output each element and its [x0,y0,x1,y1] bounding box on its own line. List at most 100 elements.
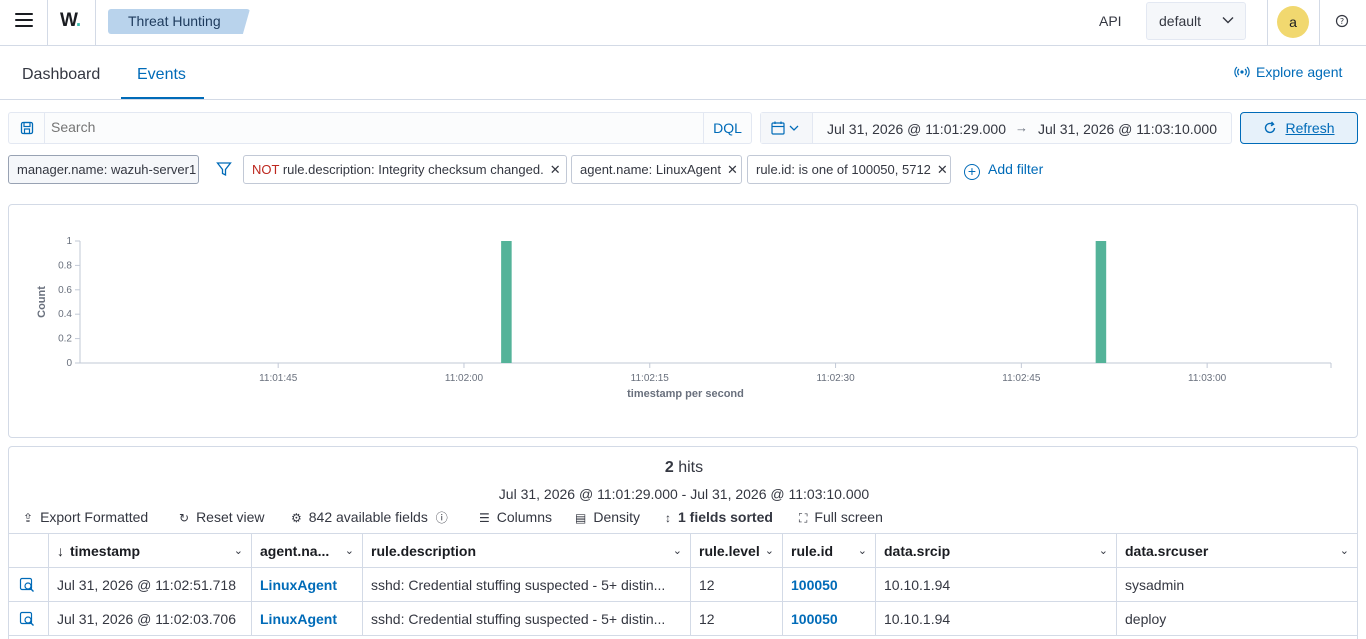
svg-text:?: ? [1340,17,1344,26]
hits-time-range: Jul 31, 2026 @ 11:01:29.000 - Jul 31, 20… [498,486,870,502]
date-start[interactable]: Jul 31, 2026 @ 11:01:29.000 [827,121,1006,137]
close-icon[interactable]: ✕ [937,162,948,177]
table-row: Jul 31, 2026 @ 11:02:03.706 LinuxAgent s… [9,602,1357,636]
hits-number: 2 [664,459,674,476]
reset-label: Reset view [196,509,265,525]
api-selected-value: default [1159,13,1202,29]
columns-button[interactable]: ☰ Columns [479,509,552,525]
column-header-data-srcuser[interactable]: data.srcuser ⌄ [1116,534,1357,568]
filter-pill-agent-name[interactable]: agent.name: LinuxAgent ✕ [571,155,742,184]
filter-text: manager.name: wazuh-server1 [17,162,197,177]
filter-icon[interactable] [216,161,232,177]
column-header-rule-description[interactable]: rule.description ⌄ [362,534,690,568]
column-header-rule-id[interactable]: rule.id ⌄ [782,534,875,568]
divider [1319,0,1320,46]
density-button[interactable]: ▤ Density [575,509,640,525]
refresh-button[interactable]: Refresh [1240,112,1358,144]
wazuh-logo[interactable]: W. [60,10,81,32]
filter-pill-rule-description[interactable]: NOT rule.description: Integrity checksum… [243,155,567,184]
saved-query-button[interactable] [9,113,45,143]
row-control [9,602,48,636]
cell-data-srcuser: sysadmin [1116,568,1357,602]
full-screen-icon: ⛶ [799,511,808,525]
cell-data-srcuser: deploy [1116,602,1357,636]
chevron-down-icon[interactable]: ⌄ [345,534,354,568]
chevron-down-icon[interactable]: ⌄ [1099,534,1108,568]
density-label: Density [593,509,641,525]
divider [1267,0,1268,46]
breadcrumb-threat-hunting[interactable]: Threat Hunting [108,9,250,34]
y-tick-label: 0 [66,358,72,369]
filter-text: rule.id: is one of 100050, 5712 [756,162,931,177]
chevron-down-icon[interactable]: ⌄ [234,534,243,568]
cell-agent-name-link[interactable]: LinuxAgent [251,602,362,636]
chevron-down-icon [1222,17,1234,24]
y-tick-label: 0.4 [58,309,72,320]
cell-timestamp: Jul 31, 2026 @ 11:02:03.706 [48,602,251,636]
filter-pill-manager-name[interactable]: manager.name: wazuh-server1 [8,155,199,184]
inspect-icon[interactable] [19,577,35,593]
menu-icon[interactable] [15,13,33,29]
tab-bar: Dashboard Events Explore agent [0,46,1366,100]
fullscreen-label: Full screen [814,509,883,525]
cell-rule-level: 12 [690,568,782,602]
x-tick-label: 11:02:30 [816,373,855,384]
x-tick-label: 11:02:00 [445,373,484,384]
filter-text: rule.description: Integrity checksum cha… [282,162,544,177]
chevron-down-icon[interactable]: ⌄ [765,534,774,568]
chevron-down-icon[interactable]: ⌄ [1340,534,1349,568]
tab-events[interactable]: Events [137,46,186,100]
add-filter-button[interactable]: + Add filter [964,161,1043,180]
cell-rule-id-link[interactable]: 100050 [782,568,875,602]
save-icon [20,121,34,135]
sort-fields-button[interactable]: ↕ 1 fields sorted [665,509,773,525]
filter-pill-rule-id[interactable]: rule.id: is one of 100050, 5712 ✕ [747,155,951,184]
y-tick-label: 0.8 [58,260,72,271]
quick-select-button[interactable] [761,113,813,143]
y-tick-label: 1 [66,236,72,247]
full-screen-button[interactable]: ⛶ Full screen [799,509,883,526]
refresh-icon [1265,121,1276,134]
filter-not-label: NOT [252,162,280,177]
events-table: ↓ timestamp ⌄ agent.na... ⌄ rule.descriptio… [9,533,1357,636]
query-language-button[interactable]: DQL [703,113,751,143]
explore-agent-button[interactable]: Explore agent [1234,64,1342,80]
x-tick-label: 11:01:45 [259,373,298,384]
chevron-down-icon[interactable]: ⌄ [673,534,682,568]
info-icon: ⓘ [435,511,448,525]
column-header-timestamp[interactable]: ↓ timestamp ⌄ [48,534,251,568]
table-density-icon: ▤ [575,511,587,525]
user-avatar[interactable]: a [1277,6,1309,38]
divider [95,0,96,46]
tab-dashboard[interactable]: Dashboard [22,46,100,100]
sort-icon: ↕ [665,511,671,525]
histogram-panel: 0 0.2 0.4 0.6 0.8 1 11:01:45 11:02:00 11:02:15 11… [8,204,1358,438]
reset-view-button[interactable]: ↻ Reset view [179,509,265,525]
search-input[interactable] [51,119,651,135]
x-tick-label: 11:03:00 [1188,373,1227,384]
hits-label: hits [678,459,704,476]
inspect-icon[interactable] [19,611,35,627]
column-header-agent-name[interactable]: agent.na... ⌄ [251,534,362,568]
histogram-bar [501,241,512,363]
refresh-label: Refresh [1285,120,1335,136]
help-icon[interactable]: ? [1335,14,1349,28]
api-selector[interactable]: default [1146,2,1246,40]
divider [47,0,48,46]
refresh-icon: ↻ [179,511,190,525]
calendar-icon [771,121,799,135]
cell-rule-level: 12 [690,602,782,636]
column-label: timestamp [70,543,141,559]
sorted-label: 1 fields sorted [678,509,773,525]
chevron-down-icon[interactable]: ⌄ [858,534,867,568]
date-end[interactable]: Jul 31, 2026 @ 11:03:10.000 [1038,121,1217,137]
cell-rule-id-link[interactable]: 100050 [782,602,875,636]
cell-agent-name-link[interactable]: LinuxAgent [251,568,362,602]
close-icon[interactable]: ✕ [727,162,738,177]
close-icon[interactable]: ✕ [550,162,561,177]
column-header-rule-level[interactable]: rule.level ⌄ [690,534,782,568]
available-fields-button[interactable]: ⚙ 842 available fields ⓘ [291,509,455,526]
column-header-data-srcip[interactable]: data.srcip ⌄ [875,534,1116,568]
export-formatted-button[interactable]: ⇪ Export Formatted [23,509,148,525]
cell-data-srcip: 10.10.1.94 [875,568,1116,602]
